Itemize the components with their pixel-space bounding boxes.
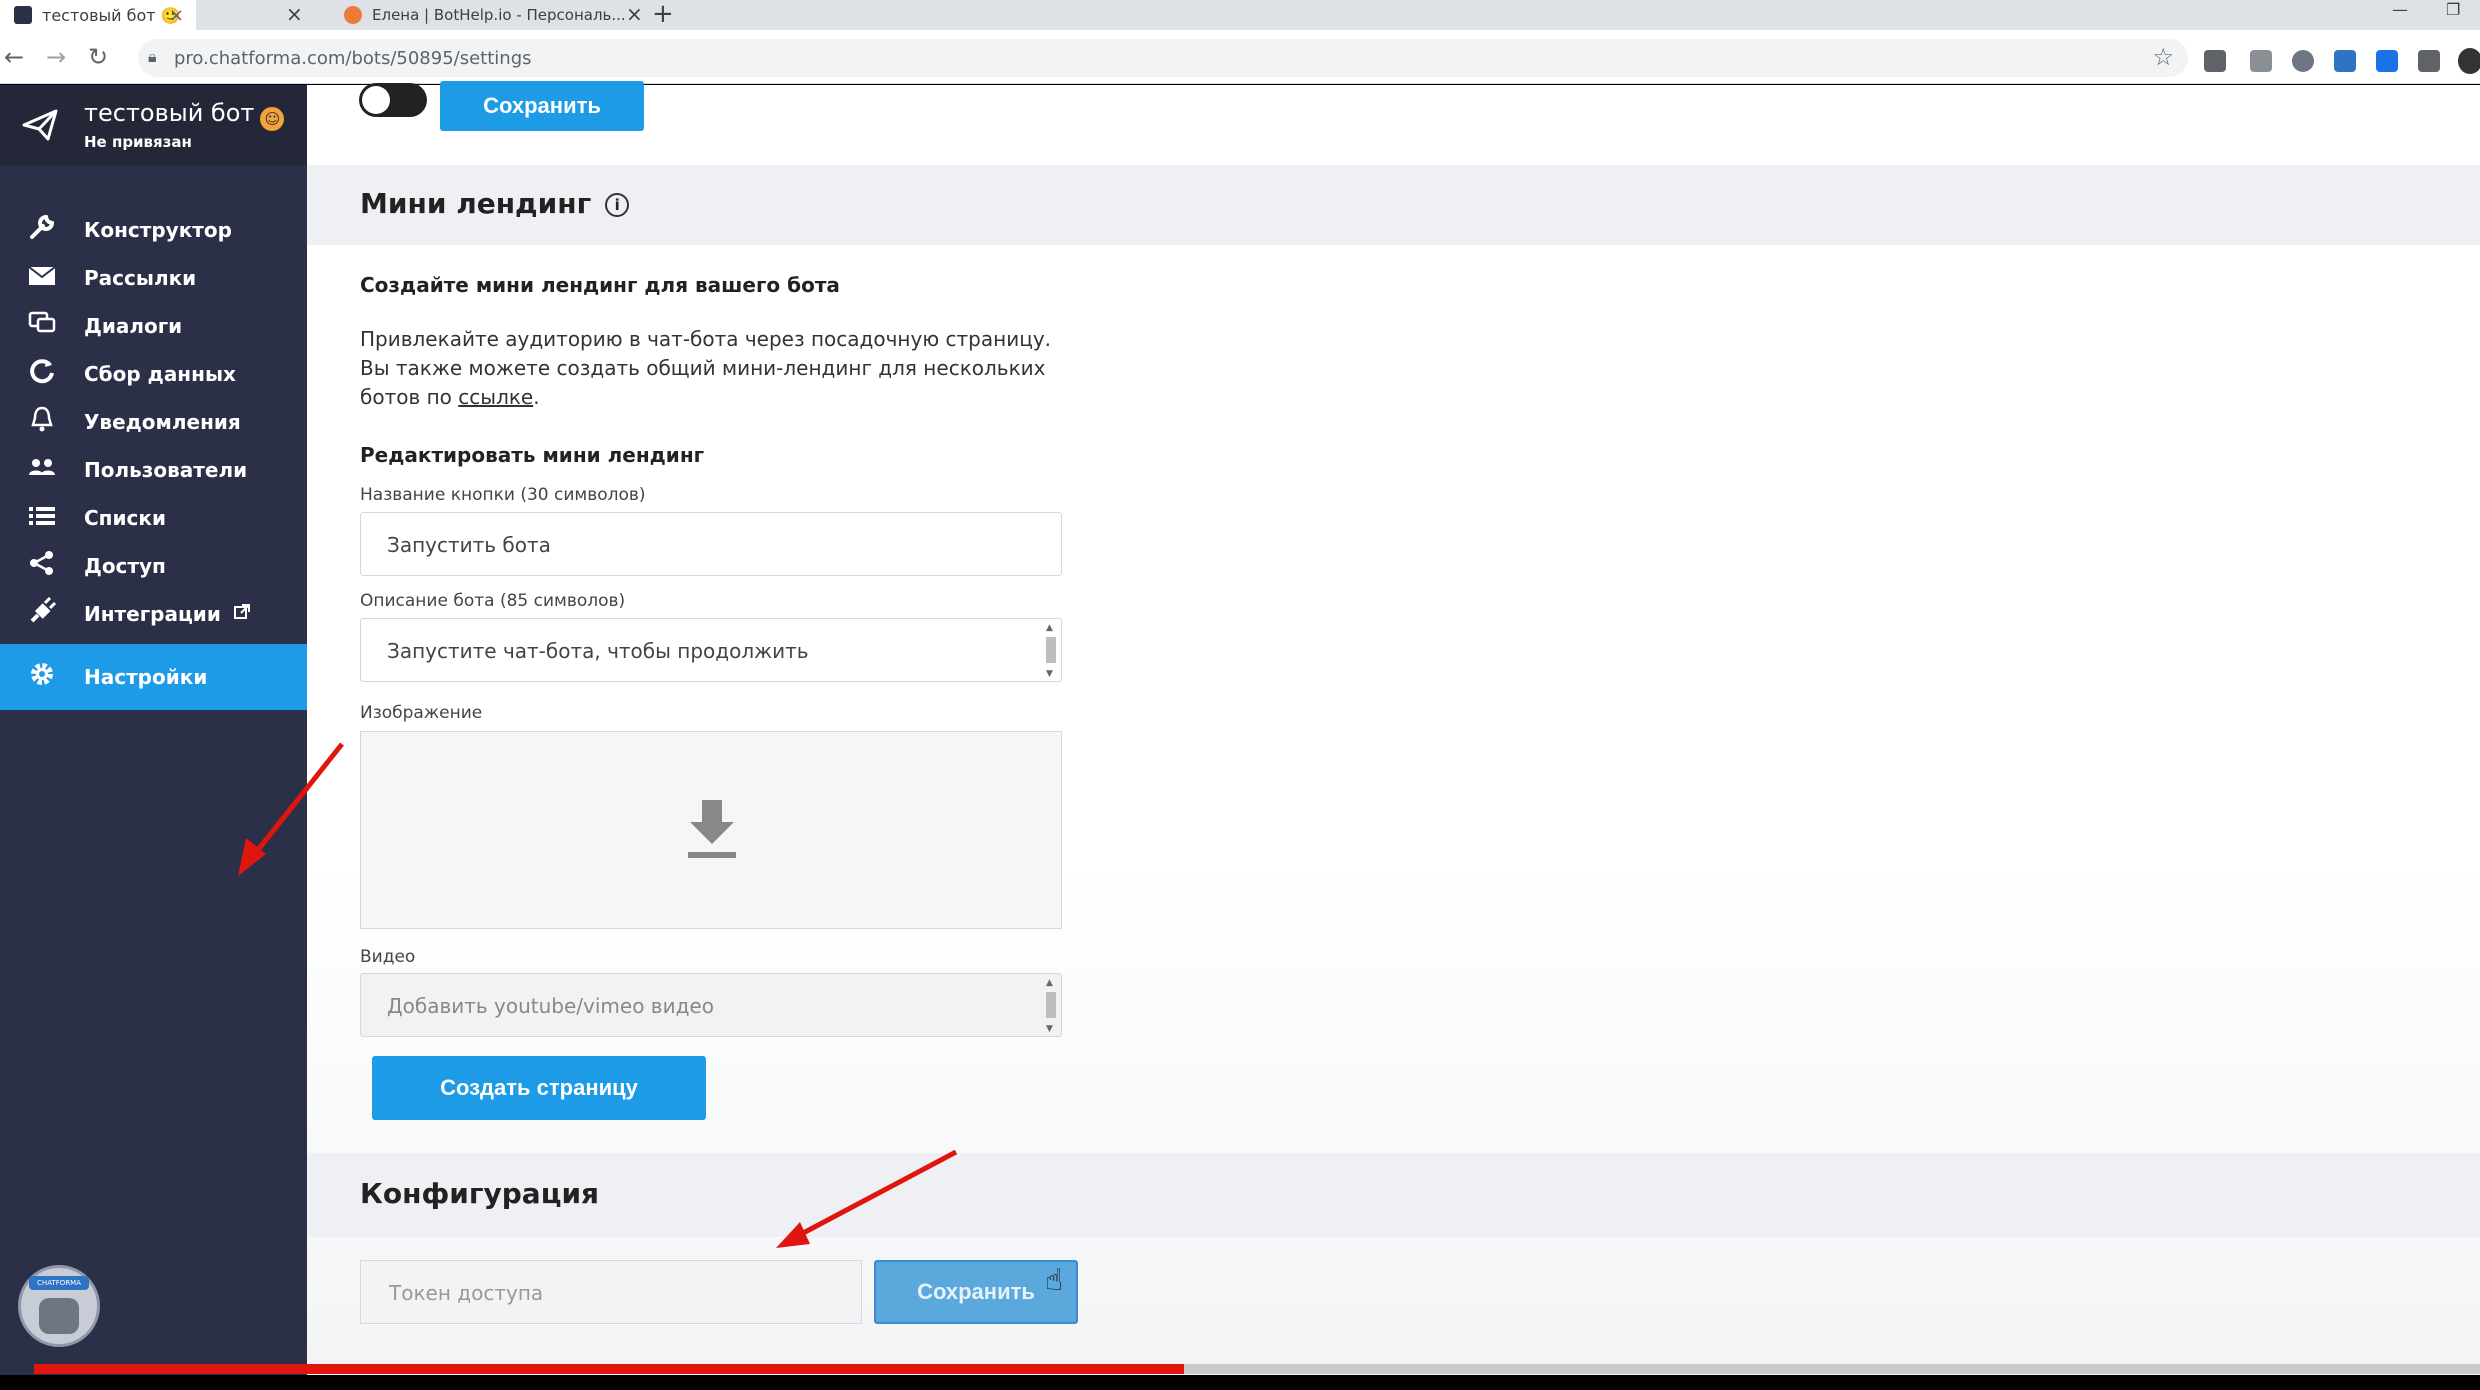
close-tab-icon[interactable]: × xyxy=(169,5,184,26)
address-bar-row: ← → ↻ 🔒︎ pro.chatforma.com/bots/50895/se… xyxy=(0,30,2480,84)
tab-title: тестовый бот 🙂 xyxy=(42,5,181,25)
users-icon xyxy=(0,455,84,485)
download-icon xyxy=(688,800,736,858)
bookmark-star-icon[interactable]: ☆ xyxy=(2152,43,2174,71)
scroll-thumb[interactable] xyxy=(1046,992,1056,1018)
create-page-button[interactable]: Создать страницу xyxy=(372,1056,706,1120)
image-label: Изображение xyxy=(360,703,483,723)
enable-toggle[interactable] xyxy=(359,83,427,117)
toggle-knob xyxy=(362,86,390,114)
bot-header[interactable]: тестовый бот ☺ Не привязан xyxy=(0,85,307,165)
config-section-header: Конфигурация xyxy=(307,1153,2480,1237)
url-text: pro.chatforma.com/bots/50895/settings xyxy=(174,48,532,69)
sidebar: тестовый бот ☺ Не привязан Конструктор Ра… xyxy=(0,85,307,1375)
textarea-scrollbar[interactable]: ▲ ▼ xyxy=(1043,978,1059,1034)
browser-tab-bar: тестовый бот 🙂 × Елена | BotHelp.io - Пе… xyxy=(0,0,2480,30)
video-label: Видео xyxy=(360,947,416,967)
chatforma-favicon-icon xyxy=(14,6,32,24)
video-url-textarea[interactable]: Добавить youtube/vimeo видео ▲ ▼ xyxy=(360,973,1062,1037)
sidebar-item-integrations[interactable]: Интеграции xyxy=(0,581,307,647)
image-upload-dropzone[interactable] xyxy=(360,731,1062,929)
button-name-input[interactable]: Запустить бота xyxy=(360,512,1062,576)
access-token-input[interactable]: Токен доступа xyxy=(360,1260,862,1324)
browser-tab-1[interactable]: тестовый бот 🙂 × xyxy=(0,0,196,30)
edit-landing-heading: Редактировать мини лендинг xyxy=(360,443,705,467)
textarea-scrollbar[interactable]: ▲ ▼ xyxy=(1043,623,1059,679)
scroll-down-icon[interactable]: ▼ xyxy=(1046,669,1053,679)
extension-icon[interactable] xyxy=(2204,50,2226,72)
new-tab-button[interactable]: + xyxy=(652,0,674,28)
bot-description-textarea[interactable]: Запустите чат-бота, чтобы продолжить ▲ ▼ xyxy=(360,618,1062,682)
landing-link[interactable]: ссылке xyxy=(458,385,533,409)
video-progress-remaining[interactable] xyxy=(1183,1364,2480,1374)
url-field[interactable]: 🔒︎ pro.chatforma.com/bots/50895/settings… xyxy=(138,39,2188,77)
calendar-extension-icon[interactable] xyxy=(2334,50,2356,72)
chatforma-avatar[interactable]: CHATFORMA xyxy=(18,1265,100,1347)
bot-status: Не привязан xyxy=(84,133,192,151)
forward-icon[interactable]: → xyxy=(46,42,66,72)
translate-extension-icon[interactable] xyxy=(2376,50,2398,72)
button-name-label: Название кнопки (30 символов) xyxy=(360,485,646,505)
chat-icon xyxy=(0,311,84,341)
extension-icon[interactable] xyxy=(2292,50,2314,72)
close-tab-icon[interactable]: × xyxy=(626,2,643,26)
robot-face-icon xyxy=(39,1298,79,1334)
gear-icon xyxy=(0,660,84,694)
browser-tab-2[interactable]: Елена | BotHelp.io - Персональ... xyxy=(330,0,640,30)
bot-name: тестовый бот ☺ xyxy=(84,99,285,131)
landing-intro-heading: Создайте мини лендинг для вашего бота xyxy=(360,273,840,297)
scroll-down-icon[interactable]: ▼ xyxy=(1046,1024,1053,1034)
refresh-icon xyxy=(0,357,84,391)
landing-section-title: Мини лендинг i xyxy=(360,187,630,220)
config-section-title: Конфигурация xyxy=(360,1177,600,1210)
scroll-up-icon[interactable]: ▲ xyxy=(1046,978,1053,988)
avatar-label: CHATFORMA xyxy=(29,1276,89,1290)
back-icon[interactable]: ← xyxy=(4,42,24,72)
minimize-icon[interactable]: — xyxy=(2392,0,2408,19)
landing-intro-text: Привлекайте аудиторию в чат-бота через п… xyxy=(360,327,1052,409)
save-button[interactable]: Сохранить xyxy=(440,81,644,131)
hand-cursor-icon: ☝ xyxy=(1045,1263,1064,1298)
profile-avatar[interactable] xyxy=(2458,48,2480,74)
scroll-thumb[interactable] xyxy=(1046,637,1056,663)
bell-icon xyxy=(0,405,84,439)
tab-title: Елена | BotHelp.io - Персональ... xyxy=(372,6,626,24)
external-link-icon xyxy=(233,603,251,625)
puzzle-extensions-icon[interactable] xyxy=(2418,50,2440,72)
bothelp-favicon-icon xyxy=(344,6,362,24)
share-icon xyxy=(0,549,84,583)
video-progress-played[interactable] xyxy=(34,1364,1184,1374)
reload-icon[interactable]: ↻ xyxy=(88,42,108,72)
extension-icon[interactable] xyxy=(2250,50,2272,72)
bot-description-label: Описание бота (85 символов) xyxy=(360,591,626,611)
landing-section-header: Мини лендинг i xyxy=(307,165,2480,245)
list-icon xyxy=(0,503,84,533)
wrench-icon xyxy=(0,213,84,247)
smile-emoji-icon: ☺ xyxy=(260,107,285,131)
plug-icon xyxy=(0,596,84,631)
envelope-icon xyxy=(0,263,84,293)
bot-description-value: Запустите чат-бота, чтобы продолжить xyxy=(387,639,809,663)
scroll-up-icon[interactable]: ▲ xyxy=(1046,623,1053,633)
close-tab-icon[interactable]: × xyxy=(286,2,303,26)
paper-plane-icon xyxy=(22,109,58,141)
sidebar-item-settings[interactable]: Настройки xyxy=(0,644,307,710)
restore-icon[interactable]: ❐ xyxy=(2446,0,2460,19)
settings-content: Сохранить Мини лендинг i Создайте мини ле… xyxy=(307,81,2480,1375)
info-icon[interactable]: i xyxy=(605,193,630,217)
lock-icon: 🔒︎ xyxy=(148,47,157,66)
video-placeholder: Добавить youtube/vimeo видео xyxy=(387,994,714,1018)
video-bottom-bar xyxy=(0,1375,2480,1390)
